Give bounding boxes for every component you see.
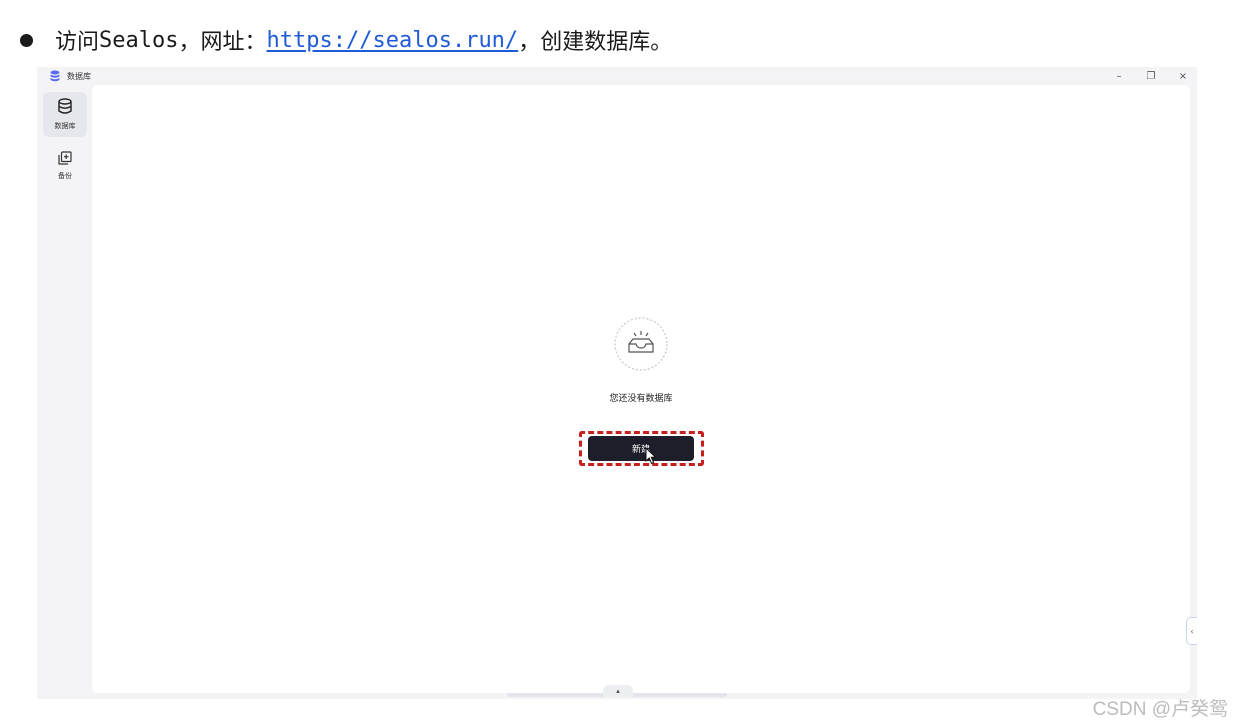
sidebar-item-label: 数据库	[54, 122, 76, 130]
sidebar-item-label: 备份	[58, 172, 72, 180]
sealos-link[interactable]: https://sealos.run/	[267, 28, 519, 53]
window-controls: – ❐ ×	[1113, 67, 1189, 85]
empty-inbox-icon	[613, 316, 669, 372]
instruction-mid: ，网址：	[178, 30, 267, 55]
minimize-button[interactable]: –	[1113, 70, 1125, 82]
watermark: CSDN @卢癸鸳	[1092, 699, 1228, 720]
window-title: 数据库	[67, 71, 91, 81]
empty-state-text: 您还没有数据库	[609, 394, 673, 404]
instruction-product: Sealos	[99, 27, 179, 53]
sidebar-collapse-toggle[interactable]: ‹	[1186, 617, 1197, 645]
mouse-cursor-icon	[645, 446, 657, 465]
main-content: 您还没有数据库 新建	[92, 85, 1190, 693]
sidebar: 数据库 备份	[37, 85, 92, 699]
backup-icon	[58, 150, 72, 169]
title-bar: 数据库 – ❐ ×	[37, 67, 1197, 85]
instruction-suffix: ，创建数据库。	[518, 30, 673, 55]
sidebar-item-backup[interactable]: 备份	[43, 143, 87, 188]
create-button[interactable]: 新建	[588, 436, 694, 461]
bottom-expand-toggle[interactable]: ▴	[603, 685, 633, 697]
restore-button[interactable]: ❐	[1145, 70, 1157, 82]
database-icon	[57, 98, 73, 119]
bullet-icon	[20, 33, 33, 47]
instruction-line: 访问 Sealos ，网址： https://sealos.run/ ，创建数据…	[20, 24, 672, 56]
sidebar-item-database[interactable]: 数据库	[43, 92, 87, 137]
instruction-prefix: 访问	[55, 30, 100, 55]
close-button[interactable]: ×	[1177, 70, 1189, 82]
app-database-icon	[49, 70, 61, 83]
app-window: 数据库 – ❐ × 数据库 备份 您还没有数据库 新建 ‹ ▴	[37, 67, 1197, 699]
